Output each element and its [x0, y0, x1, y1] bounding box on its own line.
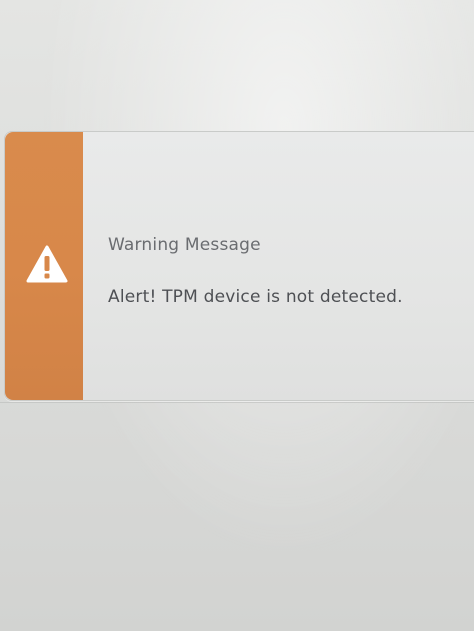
warning-accent-stripe — [5, 132, 83, 400]
dialog-title: Warning Message — [108, 235, 261, 255]
bios-screen: Warning Message Alert! TPM device is not… — [0, 0, 474, 631]
warning-icon — [26, 245, 68, 283]
divider — [0, 402, 474, 403]
dialog-message: Alert! TPM device is not detected. — [108, 287, 403, 307]
warning-dialog: Warning Message Alert! TPM device is not… — [4, 131, 474, 401]
